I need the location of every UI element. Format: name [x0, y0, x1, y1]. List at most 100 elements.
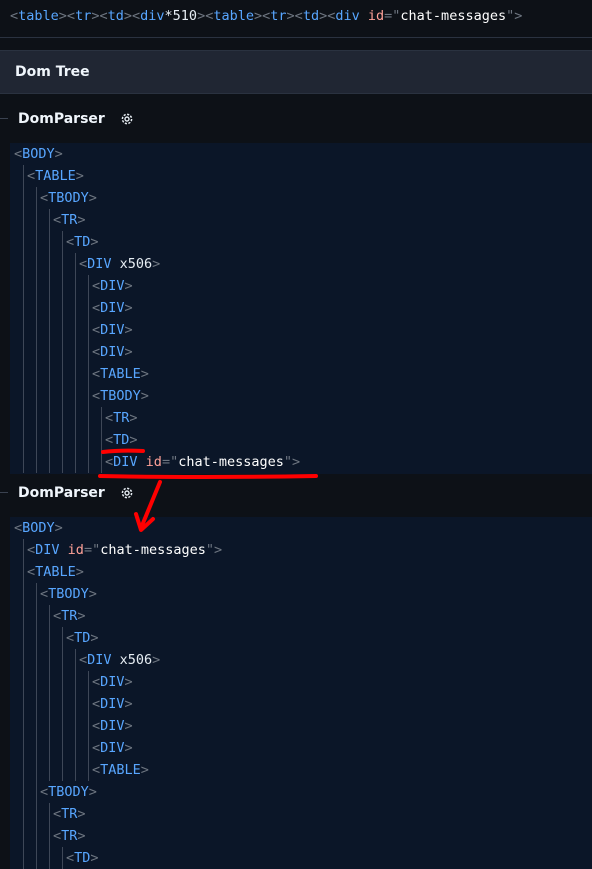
tree-node[interactable]: <TBODY> — [40, 781, 97, 803]
tree-node[interactable]: <DIV> — [92, 737, 133, 759]
bracket: > — [90, 630, 99, 646]
bracket: < — [92, 674, 101, 690]
tree-node[interactable]: <BODY> — [14, 517, 63, 539]
tree-node[interactable]: <DIV> — [92, 671, 133, 693]
tree-node[interactable]: <DIV id="chat-messages"> — [105, 451, 300, 473]
bracket — [60, 542, 68, 558]
tree-node[interactable]: <TR> — [53, 605, 86, 627]
selector-token: < — [294, 8, 303, 24]
selector-token: tr — [270, 8, 287, 24]
dom-tree-panel-2: <BODY> <DIV id="chat-messages"> <TABLE> <TB… — [10, 517, 592, 869]
tree-node[interactable]: <TBODY> — [92, 385, 149, 407]
bracket: > — [140, 366, 149, 382]
bracket: > — [90, 234, 99, 250]
bracket: < — [53, 608, 62, 624]
connector-line — [0, 118, 8, 119]
selector-token: > — [514, 8, 523, 24]
bracket: > — [129, 432, 138, 448]
tree-guide-line — [62, 847, 63, 869]
node-tag: TBODY — [48, 784, 89, 800]
node-tag: DIV — [100, 696, 125, 712]
bracket: > — [140, 388, 149, 404]
bracket: < — [53, 828, 62, 844]
dom-tree-header[interactable]: Dom Tree — [0, 50, 592, 94]
tree-node[interactable]: <TABLE> — [27, 561, 84, 583]
tree-node[interactable]: <TBODY> — [40, 583, 97, 605]
dom-parser-title: DomParser — [18, 485, 105, 501]
tree-node[interactable]: <TR> — [105, 407, 138, 429]
tree-node[interactable]: <TR> — [53, 803, 86, 825]
bracket: < — [27, 168, 36, 184]
node-value: chat-messages — [178, 454, 284, 470]
bracket: > — [124, 696, 133, 712]
selector-token: td — [107, 8, 124, 24]
node-tag: TBODY — [100, 388, 141, 404]
bracket: < — [40, 784, 49, 800]
tree-node[interactable]: <DIV> — [92, 297, 133, 319]
node-tag: BODY — [22, 146, 55, 162]
bracket: > — [124, 740, 133, 756]
bracket: < — [79, 652, 88, 668]
bracket: < — [66, 234, 75, 250]
selector-token: table — [213, 8, 254, 24]
tree-node[interactable]: <DIV> — [92, 341, 133, 363]
tree-node[interactable]: <DIV> — [92, 715, 133, 737]
tree-node[interactable]: <TD> — [66, 231, 99, 253]
node-tag: TBODY — [48, 190, 89, 206]
bracket: > — [152, 256, 161, 272]
node-tag: DIV — [100, 718, 125, 734]
bracket: < — [66, 630, 75, 646]
tree-node[interactable]: <BODY> — [14, 143, 63, 165]
node-tag: TR — [61, 806, 78, 822]
gear-icon[interactable] — [119, 111, 135, 127]
tree-guide-line — [23, 539, 24, 869]
node-tag: TD — [74, 630, 91, 646]
tree-guide-line — [36, 583, 37, 869]
tree-node[interactable]: <TD> — [105, 429, 138, 451]
tree-guide-line — [36, 187, 37, 473]
tree-node[interactable]: <TD> — [66, 847, 99, 869]
bracket: < — [53, 212, 62, 228]
tree-node[interactable]: <DIV id="chat-messages"> — [27, 539, 222, 561]
selector-token: > — [197, 8, 206, 24]
bracket: < — [92, 696, 101, 712]
node-tag: TD — [74, 850, 91, 866]
dom-parser-header-1: DomParser — [0, 106, 592, 132]
selector-token: > — [123, 8, 133, 24]
node-tag: TABLE — [35, 564, 76, 580]
selector-token: > — [253, 8, 263, 24]
bracket: < — [92, 322, 101, 338]
bracket: < — [40, 586, 49, 602]
gear-icon[interactable] — [119, 485, 135, 501]
selector-token: td — [302, 8, 320, 24]
bracket: > — [124, 344, 133, 360]
tree-node[interactable]: <TR> — [53, 825, 86, 847]
node-tag: TR — [61, 212, 78, 228]
bracket: < — [40, 190, 49, 206]
tree-node[interactable]: <DIV x506> — [79, 649, 160, 671]
selector-token: *510 — [164, 8, 198, 24]
bracket: =" — [83, 542, 101, 558]
underline-chat-messages-annotation — [98, 474, 318, 479]
selector-token: chat-messages — [400, 8, 507, 24]
dom-parser-header-2: DomParser — [0, 480, 592, 506]
bracket: > — [292, 454, 301, 470]
node-tag: DIV — [100, 322, 125, 338]
bracket: < — [92, 300, 101, 316]
tree-node[interactable]: <DIV> — [92, 693, 133, 715]
bracket: > — [88, 190, 97, 206]
tree-node[interactable]: <TBODY> — [40, 187, 97, 209]
tree-node[interactable]: <TABLE> — [92, 759, 149, 781]
tree-node[interactable]: <TD> — [66, 627, 99, 649]
bracket: > — [140, 762, 149, 778]
bracket: < — [79, 256, 88, 272]
tree-node[interactable]: <DIV x506> — [79, 253, 160, 275]
tree-node[interactable]: <TABLE> — [92, 363, 149, 385]
tree-node[interactable]: <DIV> — [92, 319, 133, 341]
bracket: < — [92, 718, 101, 734]
tree-node[interactable]: <TABLE> — [27, 165, 84, 187]
bracket: > — [124, 322, 133, 338]
tree-guide-line — [88, 275, 89, 473]
tree-node[interactable]: <DIV> — [92, 275, 133, 297]
tree-node[interactable]: <TR> — [53, 209, 86, 231]
